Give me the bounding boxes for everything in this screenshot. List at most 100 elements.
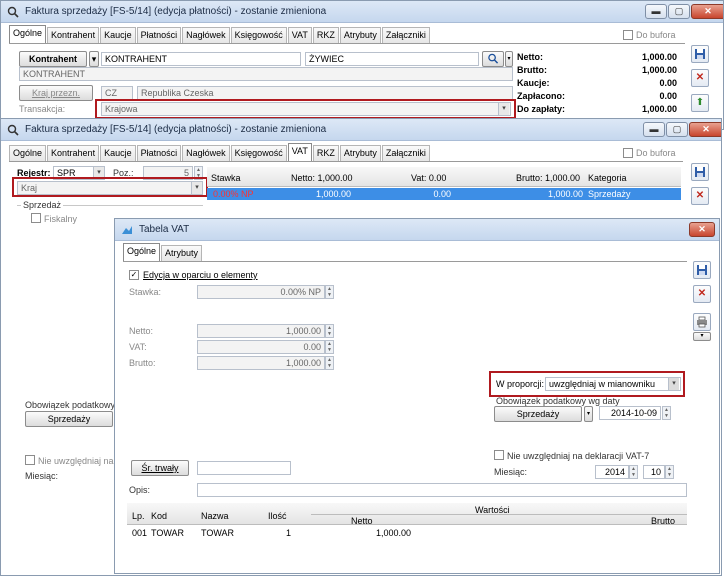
save-button[interactable] [693,261,711,279]
grid-header-kategoria[interactable]: Kategoria [588,173,627,183]
tab-vat[interactable]: VAT [287,143,312,161]
kontrahent-city-field[interactable]: ŻYWIEC [305,52,479,66]
col-kod[interactable]: Kod [151,511,167,521]
kraj-przezn-button[interactable]: Kraj przezn. [19,85,93,101]
stawka-spinner[interactable]: ▲ ▼ [325,285,334,299]
tab-ogolne[interactable]: Ogólne [9,145,47,161]
maximize-button[interactable]: ▢ [666,122,688,137]
nie-uwzgledniaj-checkbox[interactable] [25,455,35,465]
kraj-name-field[interactable]: Republika Czeska [137,86,513,100]
cancel-button[interactable]: ✕ [691,187,709,205]
save-button[interactable] [691,163,709,181]
tab-divider [9,161,683,162]
grid-header-stawka[interactable]: Stawka [211,173,241,183]
data-field[interactable]: 2014-10-09 [599,406,661,420]
print-options-button[interactable]: ▾ [693,332,711,341]
invoice-window-back: Faktura sprzedaży [FS-5/14] (edycja płat… [0,0,724,130]
vat-spinner[interactable]: ▲ ▼ [325,340,334,354]
kontrahent-code-field[interactable]: KONTRAHENT [101,52,301,66]
minimize-button[interactable]: ▬ [643,122,665,137]
search-contractor-button[interactable] [482,51,504,67]
kontrahent-button[interactable]: Kontrahent [19,51,87,67]
kontrahent-dropdown-button[interactable]: ▾ [89,51,99,67]
tab-kaucje[interactable]: Kaucje [100,145,136,161]
netto-spinner[interactable]: ▲ ▼ [325,324,334,338]
sprzedazy-button[interactable]: Sprzedaży [494,406,582,422]
tab-ogolne[interactable]: Ogólne [123,243,161,261]
col-nazwa[interactable]: Nazwa [201,511,229,521]
titlebar[interactable]: Faktura sprzedaży [FS-5/14] (edycja płat… [1,1,723,23]
sprzedazy-dropdown-button[interactable]: ▾ [584,406,593,422]
tab-ksiegowosc[interactable]: Księgowość [230,27,287,43]
data-spinner[interactable]: ▲ ▼ [662,406,671,420]
total-value: 1,000.00 [641,65,677,75]
sprzedazy-button[interactable]: Sprzedaży [25,411,113,427]
nie-uwzgledniaj-label: Nie uwzględniaj na g [38,456,122,466]
tab-bar: Ogólne Kontrahent Kaucje Płatności Nagłó… [9,25,431,43]
rok-spinner[interactable]: ▲ ▼ [629,465,638,479]
minimize-button[interactable]: ▬ [645,4,667,19]
brutto-spinner[interactable]: ▲ ▼ [325,356,334,370]
grid-header-netto[interactable]: Netto: 1,000.00 [291,173,353,183]
tab-rkz[interactable]: RKZ [312,27,339,43]
cancel-button[interactable]: ✕ [693,285,711,303]
recalc-button[interactable]: ⬆ [691,94,709,112]
obowiazek-label: Obowiązek podatkowy [25,400,116,410]
vat-field[interactable]: 0.00 [197,340,325,354]
col-brutto[interactable]: Brutto [651,516,675,526]
edycja-checkbox[interactable]: ✓ [129,270,139,280]
tab-ogolne[interactable]: Ogólne [9,25,47,43]
tab-vat[interactable]: VAT [287,27,312,43]
row-stawka: 0.00% NP [213,189,254,199]
close-button[interactable]: ✕ [691,4,723,19]
sr-trwaly-field[interactable] [197,461,291,475]
close-button[interactable]: ✕ [689,222,715,237]
tabela-vat-window: Tabela VAT ✕ Ogólne Atrybuty ✓ Edycja w … [114,218,720,574]
tab-kontrahent[interactable]: Kontrahent [47,145,100,161]
fiskalny-checkbox[interactable] [31,213,41,223]
save-button[interactable] [691,45,709,63]
titlebar[interactable]: Faktura sprzedaży [FS-5/14] (edycja płat… [1,119,721,141]
maximize-button[interactable]: ▢ [668,4,690,19]
tab-atrybuty[interactable]: Atrybuty [339,27,381,43]
tab-atrybuty[interactable]: Atrybuty [161,245,203,261]
col-netto[interactable]: Netto [351,516,373,526]
sr-trwaly-button[interactable]: Śr. trwały [131,460,189,476]
tab-bar: Ogólne Kontrahent Kaucje Płatności Nagłó… [9,143,431,161]
tab-zalaczniki[interactable]: Załączniki [381,27,430,43]
tab-ksiegowosc[interactable]: Księgowość [230,145,287,161]
tab-rkz[interactable]: RKZ [312,145,339,161]
tab-kaucje[interactable]: Kaucje [100,27,136,43]
miesiac-field[interactable]: 10 [643,465,665,479]
tab-platnosci[interactable]: Płatności [136,27,182,43]
netto-field[interactable]: 1,000.00 [197,324,325,338]
col-lp[interactable]: Lp. [132,511,145,521]
kraj-code-field[interactable]: CZ [101,86,133,100]
kontrahent-name-field[interactable]: KONTRAHENT [19,67,513,81]
save-icon [695,167,705,177]
tab-naglowek[interactable]: Nagłówek [182,27,230,43]
close-button[interactable]: ✕ [689,122,721,137]
brutto-field[interactable]: 1,000.00 [197,356,325,370]
tab-zalaczniki[interactable]: Załączniki [381,145,430,161]
col-ilosc[interactable]: Ilość [268,511,287,521]
stawka-field[interactable]: 0.00% NP [197,285,325,299]
opis-field[interactable] [197,483,687,497]
grid-header-brutto[interactable]: Brutto: 1,000.00 [516,173,580,183]
grid-header-vat[interactable]: Vat: 0.00 [411,173,446,183]
tab-platnosci[interactable]: Płatności [136,145,182,161]
wartosci-divider [311,514,687,515]
search-options-button[interactable]: ▾ [505,51,513,67]
rok-field[interactable]: 2014 [595,465,629,479]
tab-kontrahent[interactable]: Kontrahent [47,27,100,43]
tab-atrybuty[interactable]: Atrybuty [339,145,381,161]
cancel-button[interactable]: ✕ [691,69,709,87]
do-bufora-checkbox[interactable] [623,30,633,40]
print-button[interactable] [693,313,711,331]
miesiac-spinner[interactable]: ▲ ▼ [665,465,674,479]
nie-uwzgledniaj-checkbox[interactable] [494,450,504,460]
total-label: Kaucje: [517,78,550,88]
titlebar[interactable]: Tabela VAT ✕ [115,219,719,241]
do-bufora-checkbox[interactable] [623,148,633,158]
tab-naglowek[interactable]: Nagłówek [182,145,230,161]
